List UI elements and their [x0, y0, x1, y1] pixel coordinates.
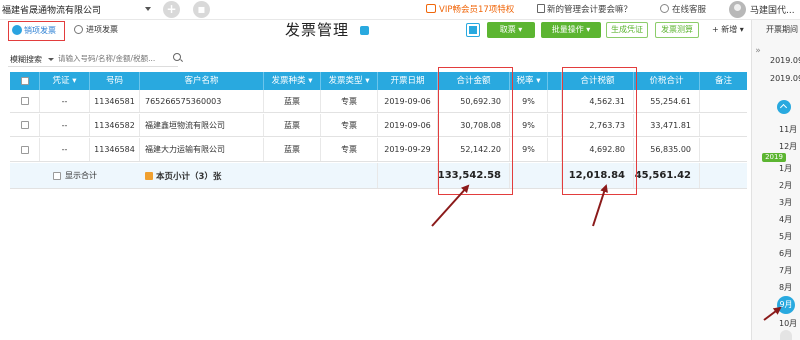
arrow-to-tax: [592, 184, 608, 227]
arrow-to-month: [763, 306, 782, 321]
arrow-to-amount: [431, 184, 470, 227]
annotation-arrows: [431, 184, 782, 321]
